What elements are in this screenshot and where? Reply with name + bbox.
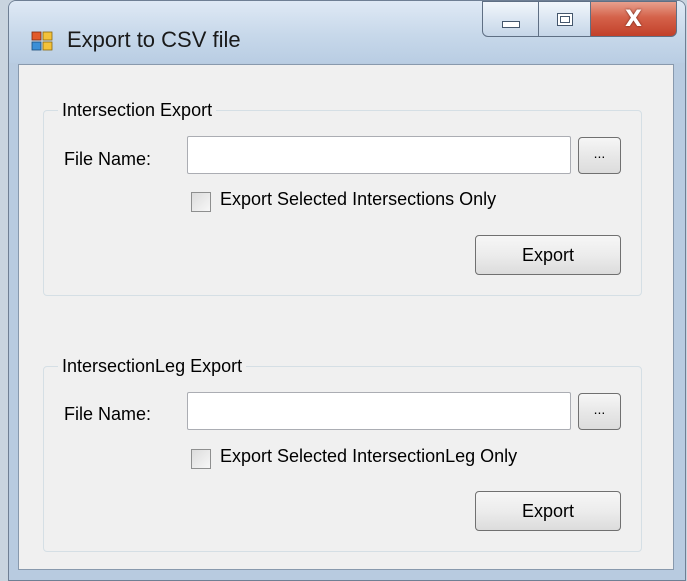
intersection-file-name-input[interactable] — [187, 136, 571, 174]
minimize-button[interactable] — [482, 1, 539, 37]
file-name-label: File Name: — [64, 404, 152, 424]
app-icon — [31, 31, 53, 51]
window-title: Export to CSV file — [67, 27, 241, 52]
maximize-button[interactable] — [539, 1, 591, 37]
intersection-selected-only-checkbox[interactable] — [191, 192, 211, 212]
maximize-icon — [556, 12, 573, 26]
intersectionleg-export-button[interactable]: Export — [475, 491, 621, 531]
intersectionleg-selected-only-label[interactable]: Export Selected IntersectionLeg Only — [220, 446, 517, 467]
close-icon: X — [625, 6, 642, 32]
intersectionleg-browse-button[interactable]: ... — [578, 393, 621, 430]
intersection-selected-only-label[interactable]: Export Selected Intersections Only — [220, 189, 496, 210]
window-bottom-frame — [9, 571, 685, 580]
file-name-label: File Name: — [64, 149, 152, 169]
intersection-browse-button[interactable]: ... — [578, 137, 621, 174]
title-bar[interactable]: Export to CSV file X — [9, 1, 685, 63]
close-button[interactable]: X — [591, 1, 677, 37]
intersection-export-button[interactable]: Export — [475, 235, 621, 275]
minimize-icon — [501, 20, 520, 28]
caption-buttons: X — [482, 1, 677, 39]
intersection-export-group: Intersection Export File Name: ... Expor… — [43, 100, 642, 296]
intersectionleg-selected-only-checkbox[interactable] — [191, 449, 211, 469]
intersectionleg-export-group: IntersectionLeg Export File Name: ... Ex… — [43, 356, 642, 552]
intersectionleg-file-name-input[interactable] — [187, 392, 571, 430]
group-legend: IntersectionLeg Export — [58, 356, 247, 377]
group-legend: Intersection Export — [58, 100, 217, 121]
